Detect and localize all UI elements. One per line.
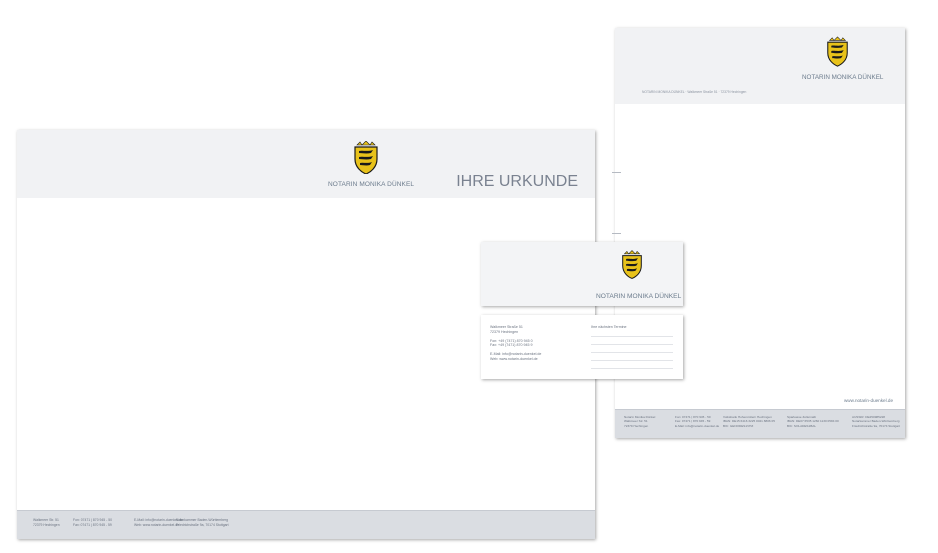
appointment-line <box>591 344 673 345</box>
footer-line: IBAN: DE07 6535 1260 1130 0584 00 <box>787 419 839 424</box>
footer-phone: Fon: 07471 | 870 945 - 50 Fax: 07471 | 8… <box>73 518 112 527</box>
footer-line: Notarkammer Baden-Württemberg <box>176 518 229 522</box>
footer-bank-1: Volksbank Hohenzollern Hechingen IBAN: D… <box>723 415 775 428</box>
footer-bank-2: Sparkasse Zollernalb IBAN: DE07 6535 126… <box>787 415 839 428</box>
punch-mark <box>612 233 621 234</box>
footer-line: 72379 Hechingen <box>33 522 60 527</box>
footer-line: Fon: 07471 | 870 945 - 50 <box>73 518 112 522</box>
appointment-line <box>591 336 673 337</box>
appointment-line <box>591 352 673 353</box>
footer-line: IBAN: DE15 6416 3225 0021 8806 05 <box>723 419 775 424</box>
footer-line: E-Mail: info@notarin-duenkel.de <box>675 423 720 428</box>
card-web: Web: www.notarin-duenkel.de <box>490 356 538 361</box>
website-line: www.notarin-duenkel.de <box>843 398 893 403</box>
footer-line: Fax: 07471 | 870 945 - 59 <box>73 522 112 527</box>
footer-address: Walkmeer Str. 51 72379 Hechingen <box>33 518 60 527</box>
folder-headline: IHRE URKUNDE <box>456 173 578 190</box>
footer-line: BIC: SOLADES1BAL <box>787 423 817 428</box>
folder-footer: Walkmeer Str. 51 72379 Hechingen Fon: 07… <box>17 510 595 539</box>
business-card-back: Walkmeer Straße 51 72379 Hechingen Fon: … <box>481 315 683 379</box>
footer-line: Friedrichstraße 9a, 70174 Stuttgart <box>176 522 229 527</box>
appointment-label: Ihre nächsten Termine <box>591 325 627 329</box>
brand-name: NOTARIN MONIKA DÜNKEL <box>596 293 682 300</box>
coat-of-arms-icon <box>353 141 379 174</box>
brand-name: NOTARIN MONIKA DÜNKEL <box>328 181 415 188</box>
footer-line: Walkmeer Str. 51 <box>33 518 59 522</box>
footer-line: BIC: GENODES1VHZ <box>723 423 754 428</box>
card-contact-block: Walkmeer Straße 51 72379 Hechingen Fon: … <box>490 325 541 362</box>
brand-name: NOTARIN MONIKA DÜNKEL <box>802 74 884 81</box>
fold-mark <box>612 172 621 173</box>
footer-line: Notarkammer Baden-Württemberg <box>852 419 900 424</box>
appointment-line <box>591 368 673 369</box>
footer-chamber: Notarkammer Baden-Württemberg Friedrichs… <box>176 518 229 527</box>
letter-footer: Notarin Monika Dünkel Walkmeer Str. 51 7… <box>615 409 905 438</box>
footer-chamber: AUSSIR: DE250985228 Notarkammer Baden-Wü… <box>852 415 900 428</box>
coat-of-arms-icon <box>826 36 849 67</box>
business-card-front: NOTARIN MONIKA DÜNKEL <box>481 242 683 306</box>
footer-line: 72379 Hechingen <box>624 423 649 428</box>
appointment-line <box>591 360 673 361</box>
sender-address-line: NOTARIN MONIKA DÜNKEL · Walkmeer Straße … <box>642 90 747 94</box>
footer-contact: Fon: 07471 | 870 945 - 50 Fax: 07471 | 8… <box>675 415 719 428</box>
coat-of-arms-icon <box>621 250 643 279</box>
footer-line: Friedrichstraße 9a, 70174 Stuttgart <box>852 423 900 428</box>
footer-address: Notarin Monika Dünkel Walkmeer Str. 51 7… <box>624 415 655 428</box>
